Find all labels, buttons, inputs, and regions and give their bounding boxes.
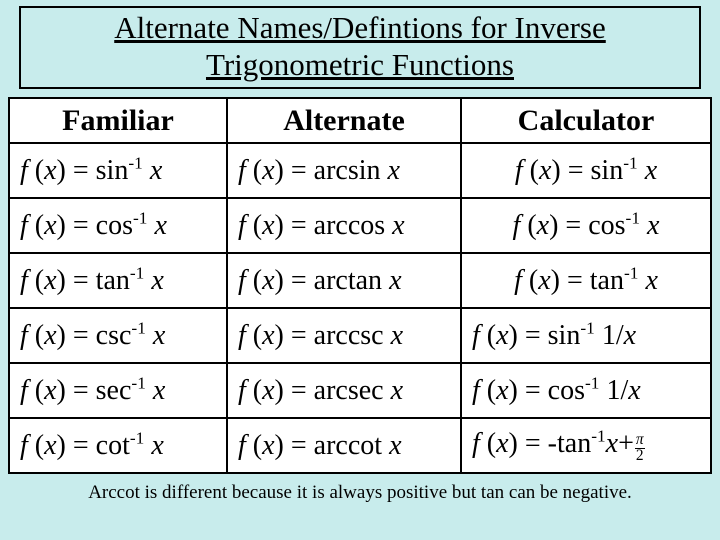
title-line-1: Alternate Names/Defintions for Inverse <box>29 10 691 47</box>
cell-familiar: f (x) = tan-1 x <box>9 253 227 308</box>
title-line-2: Trigonometric Functions <box>29 47 691 84</box>
cell-familiar: f (x) = csc-1 x <box>9 308 227 363</box>
slide: Alternate Names/Defintions for Inverse T… <box>0 6 720 540</box>
table-row: f (x) = cot-1 xf (x) = arccot xf (x) = -… <box>9 418 711 473</box>
cell-alternate: f (x) = arctan x <box>227 253 461 308</box>
cell-calculator: f (x) = sin-1 1/x <box>461 308 711 363</box>
table-header-row: Familiar Alternate Calculator <box>9 98 711 143</box>
table-row: f (x) = tan-1 xf (x) = arctan xf (x) = t… <box>9 253 711 308</box>
cell-calculator: f (x) = cos-1 1/x <box>461 363 711 418</box>
title-box: Alternate Names/Defintions for Inverse T… <box>19 6 701 89</box>
table-row: f (x) = cos-1 xf (x) = arccos xf (x) = c… <box>9 198 711 253</box>
cell-alternate: f (x) = arcsin x <box>227 143 461 198</box>
cell-alternate: f (x) = arccos x <box>227 198 461 253</box>
cell-calculator: f (x) = sin-1 x <box>461 143 711 198</box>
cell-calculator: f (x) = tan-1 x <box>461 253 711 308</box>
header-calculator: Calculator <box>461 98 711 143</box>
table-row: f (x) = csc-1 xf (x) = arccsc xf (x) = s… <box>9 308 711 363</box>
cell-alternate: f (x) = arcsec x <box>227 363 461 418</box>
footnote: Arccot is different because it is always… <box>10 482 710 504</box>
cell-familiar: f (x) = cos-1 x <box>9 198 227 253</box>
cell-calculator: f (x) = -tan-1x+π2 <box>461 418 711 473</box>
header-alternate: Alternate <box>227 98 461 143</box>
table-row: f (x) = sin-1 xf (x) = arcsin xf (x) = s… <box>9 143 711 198</box>
definitions-table: Familiar Alternate Calculator f (x) = si… <box>8 97 712 474</box>
cell-alternate: f (x) = arccsc x <box>227 308 461 363</box>
cell-alternate: f (x) = arccot x <box>227 418 461 473</box>
cell-familiar: f (x) = sec-1 x <box>9 363 227 418</box>
table-row: f (x) = sec-1 xf (x) = arcsec xf (x) = c… <box>9 363 711 418</box>
cell-familiar: f (x) = cot-1 x <box>9 418 227 473</box>
cell-calculator: f (x) = cos-1 x <box>461 198 711 253</box>
header-familiar: Familiar <box>9 98 227 143</box>
cell-familiar: f (x) = sin-1 x <box>9 143 227 198</box>
